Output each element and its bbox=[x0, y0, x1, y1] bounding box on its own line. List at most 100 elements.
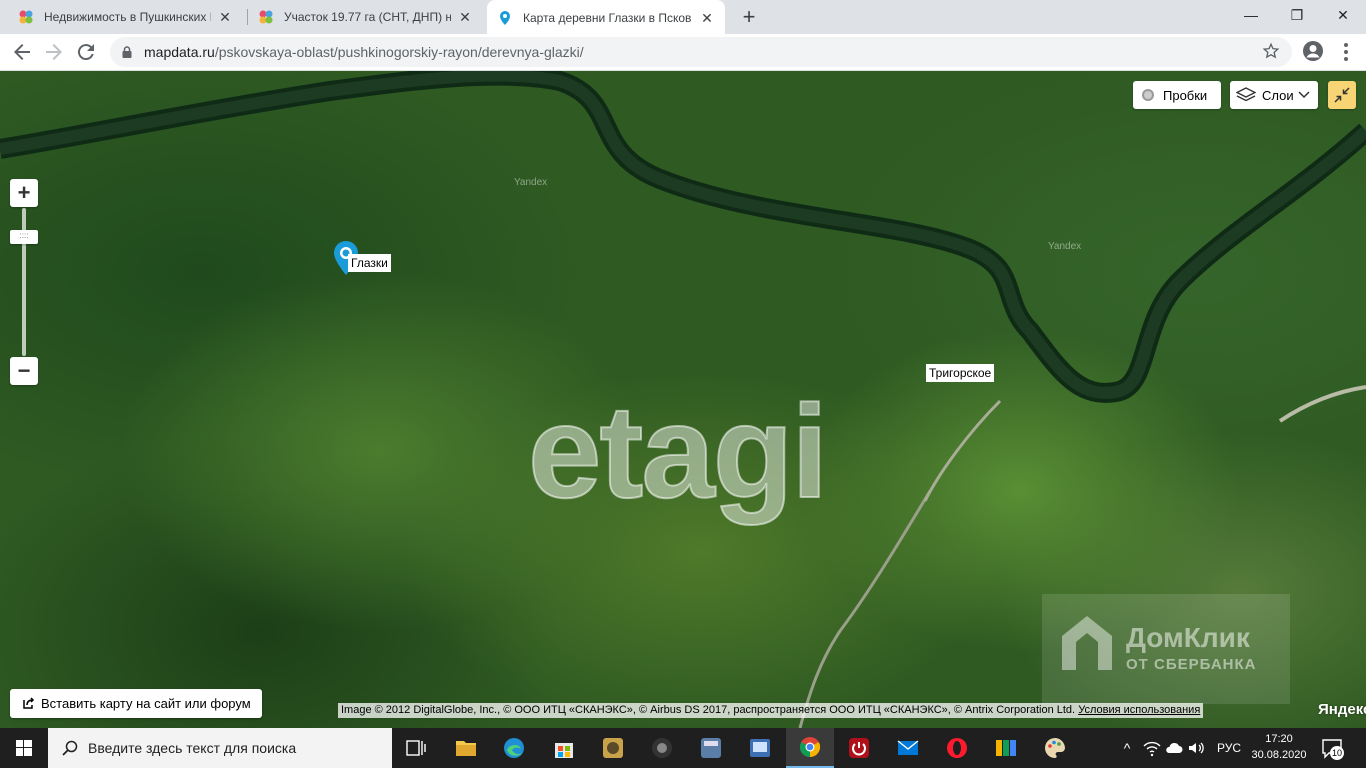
taskbar-app-5[interactable] bbox=[982, 728, 1030, 768]
close-icon[interactable]: ✕ bbox=[457, 9, 473, 25]
taskbar-chrome[interactable] bbox=[786, 728, 834, 768]
layers-label: Слои bbox=[1262, 87, 1294, 103]
browser-toolbar: mapdata.ru/pskovskaya-oblast/pushkinogor… bbox=[0, 34, 1366, 71]
close-icon[interactable]: ✕ bbox=[217, 9, 233, 25]
edge-icon bbox=[504, 738, 524, 758]
tab-karta-glazki[interactable]: Карта деревни Глазки в Псков ✕ bbox=[487, 0, 725, 35]
domclick-house-icon bbox=[1062, 616, 1112, 670]
minimize-button[interactable]: — bbox=[1228, 0, 1274, 30]
chrome-icon bbox=[799, 737, 821, 758]
yandex-watermark: Yandex bbox=[514, 177, 548, 188]
maximize-button[interactable]: ❐ bbox=[1274, 0, 1320, 30]
search-icon bbox=[62, 740, 78, 756]
tab-title: Карта деревни Глазки в Псков bbox=[523, 10, 692, 25]
map-pin-icon bbox=[500, 10, 510, 25]
etagi-watermark: etagi bbox=[527, 378, 829, 525]
kebab-menu-icon[interactable] bbox=[1334, 40, 1358, 64]
app-tile-icon bbox=[603, 738, 623, 758]
tray-language[interactable]: РУС bbox=[1212, 728, 1246, 768]
power-icon bbox=[849, 738, 869, 758]
domclick-watermark: ДомКлик ОТ СБЕРБАНКА bbox=[1042, 594, 1290, 704]
address-bar[interactable]: mapdata.ru/pskovskaya-oblast/pushkinogor… bbox=[110, 37, 1292, 67]
terms-link[interactable]: Условия использования bbox=[1078, 704, 1200, 716]
tab-uchastok[interactable]: Участок 19.77 га (СНТ, ДНП) на ✕ bbox=[248, 0, 483, 34]
colored-dots-icon bbox=[259, 10, 273, 24]
task-view-icon bbox=[406, 740, 426, 756]
traffic-label: Пробки bbox=[1163, 87, 1208, 103]
tab-title: Недвижимость в Пушкинских Г bbox=[44, 10, 211, 24]
back-arrow-icon[interactable] bbox=[10, 40, 34, 64]
new-tab-button[interactable]: + bbox=[737, 5, 761, 29]
zoom-in-button[interactable]: + bbox=[10, 179, 38, 207]
clock-time: 17:20 bbox=[1265, 733, 1293, 745]
clock-date: 30.08.2020 bbox=[1251, 749, 1307, 761]
taskbar-app-4[interactable] bbox=[736, 728, 784, 768]
folder-icon bbox=[456, 741, 476, 756]
bookmark-star-icon[interactable] bbox=[1262, 42, 1280, 60]
windows-taskbar: Введите здесь текст для поиска ^ РУС 17:… bbox=[0, 728, 1366, 768]
taskbar-mail[interactable] bbox=[884, 728, 932, 768]
notification-count: 10 bbox=[1330, 746, 1344, 760]
store-bag-icon bbox=[555, 743, 573, 758]
layers-button[interactable]: Слои bbox=[1230, 81, 1318, 109]
zoom-out-button[interactable]: − bbox=[10, 357, 38, 385]
taskbar-app-3[interactable] bbox=[687, 728, 735, 768]
monitor-app-icon bbox=[750, 739, 770, 757]
traffic-button[interactable]: Пробки bbox=[1133, 81, 1221, 109]
task-view-button[interactable] bbox=[392, 728, 440, 768]
opera-icon bbox=[947, 738, 967, 758]
mail-icon bbox=[897, 740, 919, 755]
taskbar-power-app[interactable] bbox=[835, 728, 883, 768]
share-arrow-icon bbox=[23, 697, 35, 709]
taskbar-edge[interactable] bbox=[490, 728, 538, 768]
copyright-text: Image © 2012 DigitalGlobe, Inc., © ООО И… bbox=[341, 704, 1076, 716]
volume-icon[interactable] bbox=[1186, 738, 1206, 758]
close-window-button[interactable]: ✕ bbox=[1320, 0, 1366, 30]
wifi-icon[interactable] bbox=[1142, 738, 1162, 758]
taskbar-file-explorer[interactable] bbox=[442, 728, 490, 768]
taskbar-search-box[interactable]: Введите здесь текст для поиска bbox=[48, 728, 392, 768]
colored-dots-icon bbox=[19, 10, 33, 24]
profile-avatar-icon[interactable] bbox=[1302, 40, 1324, 62]
place-label-glazki[interactable]: Глазки bbox=[348, 254, 391, 272]
taskbar-paint[interactable] bbox=[1031, 728, 1079, 768]
windows-start-icon[interactable] bbox=[0, 728, 48, 768]
tray-chevron-icon[interactable]: ^ bbox=[1116, 728, 1138, 768]
taskbar-store[interactable] bbox=[540, 728, 588, 768]
zoom-slider-thumb[interactable]: :::: bbox=[10, 230, 38, 244]
close-icon[interactable]: ✕ bbox=[699, 10, 715, 26]
lock-icon bbox=[122, 46, 132, 58]
tab-title: Участок 19.77 га (СНТ, ДНП) на bbox=[284, 10, 451, 24]
browser-tab-bar: Недвижимость в Пушкинских Г ✕ Участок 19… bbox=[0, 0, 1366, 35]
embed-map-button[interactable]: Вставить карту на сайт или форум bbox=[10, 689, 262, 718]
collapse-arrows-icon bbox=[1334, 87, 1350, 103]
embed-label: Вставить карту на сайт или форум bbox=[41, 696, 251, 711]
paint-palette-icon bbox=[1045, 738, 1065, 758]
yandex-logo[interactable]: Яндекс bbox=[1318, 701, 1366, 718]
yandex-watermark: Yandex bbox=[1048, 241, 1082, 252]
taskbar-app-2[interactable] bbox=[638, 728, 686, 768]
speaker-app-icon bbox=[652, 738, 672, 758]
fullscreen-button[interactable] bbox=[1328, 81, 1356, 109]
map-copyright: Image © 2012 DigitalGlobe, Inc., © ООО И… bbox=[338, 703, 1204, 718]
satellite-map[interactable]: Yandex Yandex etagi Глазки Тригорское Пр… bbox=[0, 71, 1366, 728]
tab-nedvizhimost[interactable]: Недвижимость в Пушкинских Г ✕ bbox=[8, 0, 243, 34]
reload-icon[interactable] bbox=[74, 40, 98, 64]
chevron-down-icon bbox=[1298, 91, 1310, 99]
search-placeholder: Введите здесь текст для поиска bbox=[88, 740, 297, 756]
calculator-app-icon bbox=[701, 738, 721, 758]
domclick-name: ДомКлик bbox=[1126, 622, 1250, 653]
traffic-light-icon bbox=[1142, 89, 1154, 101]
url-host: mapdata.ru bbox=[144, 44, 215, 60]
taskbar-app-1[interactable] bbox=[589, 728, 637, 768]
layers-icon bbox=[1236, 87, 1256, 102]
tray-clock[interactable]: 17:20 30.08.2020 bbox=[1250, 731, 1308, 763]
cloud-icon[interactable] bbox=[1164, 738, 1184, 758]
url-path: /pskovskaya-oblast/pushkinogorskiy-rayon… bbox=[214, 44, 584, 60]
notifications-button[interactable]: 10 bbox=[1320, 736, 1344, 760]
forward-arrow-icon[interactable] bbox=[42, 40, 66, 64]
domclick-subtitle: ОТ СБЕРБАНКА bbox=[1126, 656, 1257, 673]
taskbar-opera[interactable] bbox=[933, 728, 981, 768]
place-label-trigorskoe[interactable]: Тригорское bbox=[926, 364, 995, 382]
colorful-app-icon bbox=[996, 740, 1016, 756]
